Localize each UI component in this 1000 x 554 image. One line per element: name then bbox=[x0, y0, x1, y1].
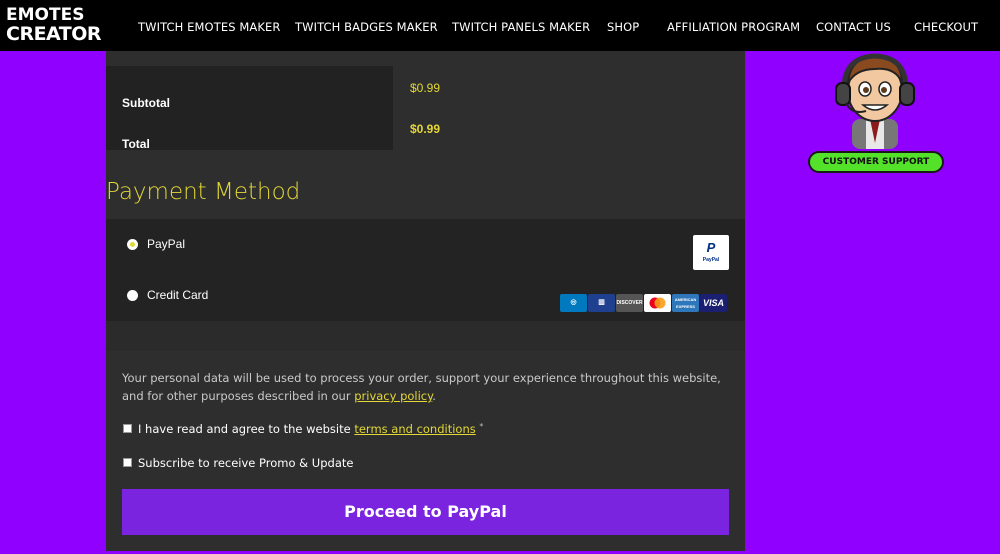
privacy-policy-link[interactable]: privacy policy bbox=[354, 389, 432, 403]
divider-strip bbox=[106, 321, 745, 351]
nav-emotes-maker[interactable]: TWITCH EMOTES MAKER bbox=[138, 20, 280, 34]
nav-panels-maker[interactable]: TWITCH PANELS MAKER bbox=[452, 20, 590, 34]
required-marker: * bbox=[479, 422, 484, 431]
subscribe-label: Subscribe to receive Promo & Update bbox=[138, 456, 354, 470]
terms-label: I have read and agree to the website ter… bbox=[138, 422, 484, 436]
nav-badges-maker[interactable]: TWITCH BADGES MAKER bbox=[295, 20, 438, 34]
credit-card-radio[interactable] bbox=[127, 290, 138, 301]
subscribe-checkbox[interactable] bbox=[123, 458, 132, 467]
nav-affiliation[interactable]: AFFILIATION PROGRAM bbox=[667, 20, 800, 34]
nav-shop[interactable]: SHOP bbox=[607, 20, 639, 34]
mastercard-icon bbox=[644, 294, 671, 312]
checkout-panel: Subtotal Total $0.99 $0.99 Payment Metho… bbox=[106, 51, 745, 551]
payment-methods: PayPal P PayPal Credit Card ◎ ▥ DISCOVER… bbox=[106, 219, 745, 321]
discover-icon: DISCOVER bbox=[616, 294, 643, 312]
payment-method-title: Payment Method bbox=[106, 179, 301, 205]
diners-icon: ◎ bbox=[560, 294, 587, 312]
credit-card-label[interactable]: Credit Card bbox=[147, 288, 208, 302]
site-header: EMOTES CREATOR TWITCH EMOTES MAKER TWITC… bbox=[0, 0, 1000, 51]
paypal-label[interactable]: PayPal bbox=[147, 237, 185, 251]
proceed-to-paypal-button[interactable]: Proceed to PayPal bbox=[122, 489, 729, 535]
paypal-logo-text: PayPal bbox=[702, 257, 720, 263]
order-totals: Subtotal Total bbox=[106, 66, 393, 151]
amex-icon: AMERICAN EXPRESS bbox=[672, 294, 699, 312]
visa-icon: VISA bbox=[700, 294, 727, 312]
paypal-radio[interactable] bbox=[127, 239, 138, 250]
main-nav: TWITCH EMOTES MAKER TWITCH BADGES MAKER … bbox=[0, 0, 1000, 51]
nav-contact[interactable]: CONTACT US bbox=[816, 20, 891, 34]
customer-support-widget[interactable]: CUSTOMER SUPPORT bbox=[805, 53, 947, 178]
jcb-icon: ▥ bbox=[588, 294, 615, 312]
terms-checkbox[interactable] bbox=[123, 424, 132, 433]
support-avatar-icon bbox=[835, 53, 915, 149]
paypal-logo-icon: P PayPal bbox=[693, 235, 729, 270]
subtotal-value: $0.99 bbox=[410, 81, 441, 95]
total-value: $0.99 bbox=[410, 122, 441, 136]
customer-support-button[interactable]: CUSTOMER SUPPORT bbox=[808, 151, 944, 173]
total-label: Total bbox=[122, 137, 150, 151]
subtotal-label: Subtotal bbox=[122, 96, 170, 110]
terms-link[interactable]: terms and conditions bbox=[354, 422, 475, 436]
nav-checkout[interactable]: CHECKOUT bbox=[914, 20, 978, 34]
privacy-notice: Your personal data will be used to proce… bbox=[122, 371, 721, 403]
